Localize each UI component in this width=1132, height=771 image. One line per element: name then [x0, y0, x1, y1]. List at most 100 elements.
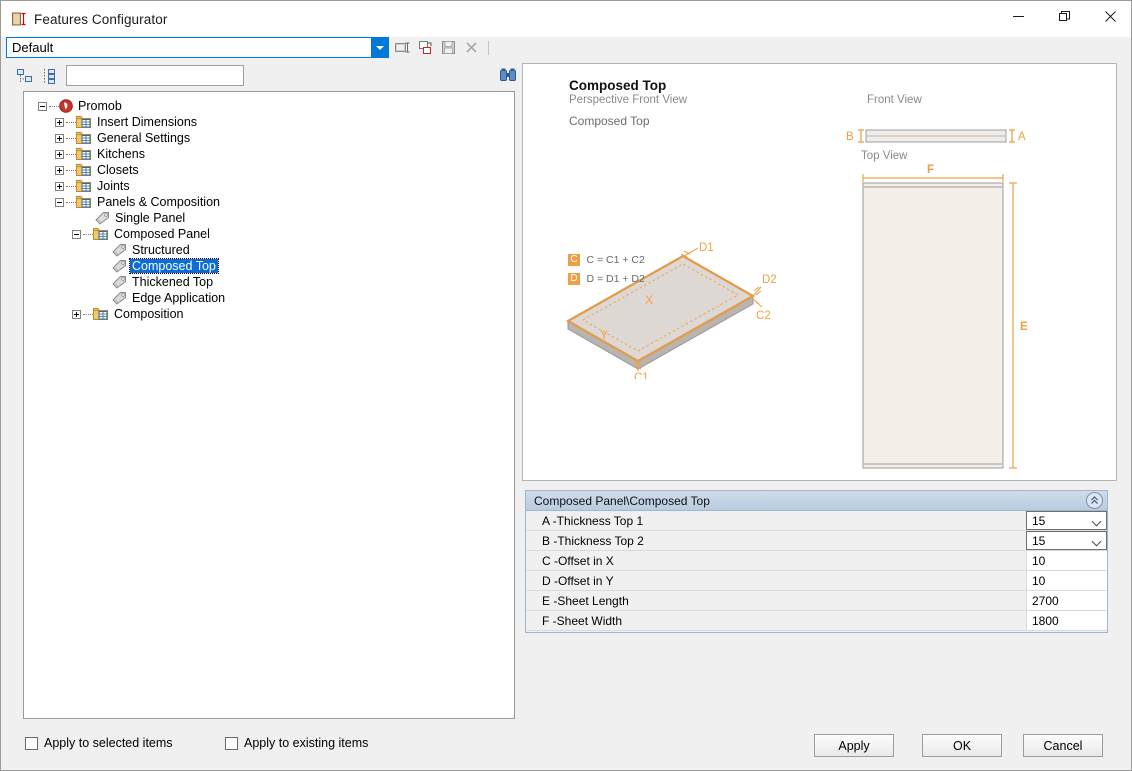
property-grid: Composed Panel\Composed Top A -Thickness…	[525, 490, 1108, 633]
property-value: 2700	[1032, 594, 1059, 608]
legend-text-c: C = C1 + C2	[586, 254, 644, 266]
property-name: Offset in X	[558, 554, 614, 568]
restore-button[interactable]	[1041, 1, 1087, 31]
chevron-down-icon[interactable]	[1093, 538, 1101, 543]
feature-tree[interactable]: PromobInsert DimensionsGeneral SettingsK…	[23, 91, 515, 719]
apply-to-selected-checkbox[interactable]	[25, 737, 38, 750]
tree-item-label: Insert Dimensions	[95, 115, 199, 129]
tree-item-edge-application[interactable]: Edge Application	[38, 290, 514, 306]
legend-c: C C = C1 + C2	[568, 251, 645, 269]
tag-icon	[94, 211, 110, 225]
property-value: 1800	[1032, 614, 1059, 628]
dim-label-b: B	[846, 131, 854, 143]
collapse-all-icon[interactable]	[15, 66, 35, 86]
expand-node-icon[interactable]	[72, 310, 81, 319]
chevron-up-icon[interactable]	[1086, 492, 1103, 509]
tag-icon	[111, 291, 127, 305]
tree-item-joints[interactable]: Joints	[38, 178, 514, 194]
tree-item-structured[interactable]: Structured	[38, 242, 514, 258]
title-bar: Features Configurator	[1, 1, 1132, 37]
tree-item-single-panel[interactable]: Single Panel	[38, 210, 514, 226]
tree-item-kitchens[interactable]: Kitchens	[38, 146, 514, 162]
tree-item-insert-dimensions[interactable]: Insert Dimensions	[38, 114, 514, 130]
dim-label-e: E	[1020, 321, 1028, 333]
tree-item-composed-panel[interactable]: Composed Panel	[38, 226, 514, 242]
property-row: C -Offset in X10	[526, 551, 1107, 571]
property-text-field[interactable]: 10	[1026, 571, 1107, 590]
search-input[interactable]	[66, 65, 244, 86]
ok-button[interactable]: OK	[922, 734, 1002, 757]
folder-icon	[76, 131, 92, 145]
legend-text-d: D = D1 + D2	[586, 273, 644, 285]
tree-connector	[83, 234, 93, 235]
expand-node-icon[interactable]	[55, 134, 64, 143]
property-key: B -	[542, 534, 557, 548]
tree-item-general-settings[interactable]: General Settings	[38, 130, 514, 146]
property-name: Thickness Top 2	[557, 534, 644, 548]
expand-node-icon[interactable]	[55, 166, 64, 175]
front-view-label: Front View	[867, 94, 922, 106]
property-combobox[interactable]: 15	[1026, 531, 1107, 550]
folder-icon	[76, 179, 92, 193]
apply-button[interactable]: Apply	[814, 734, 894, 757]
binoculars-icon[interactable]	[498, 66, 518, 84]
expand-node-icon[interactable]	[55, 182, 64, 191]
property-name: Offset in Y	[558, 574, 614, 588]
property-label: A -Thickness Top 1	[526, 511, 1026, 530]
property-row: F -Sheet Width1800	[526, 611, 1107, 631]
property-key: D -	[542, 574, 558, 588]
promob-logo-icon	[59, 99, 73, 113]
tree-item-composition[interactable]: Composition	[38, 306, 514, 322]
minimize-button[interactable]	[995, 1, 1041, 31]
save-profile-icon[interactable]	[439, 38, 458, 57]
property-name: Sheet Length	[557, 594, 628, 608]
tree-item-panels-composition[interactable]: Panels & Composition	[38, 194, 514, 210]
apply-to-existing-checkbox[interactable]	[225, 737, 238, 750]
property-key: A -	[542, 514, 557, 528]
tree-item-label: Composed Panel	[112, 227, 212, 241]
tree-item-thickened-top[interactable]: Thickened Top	[38, 274, 514, 290]
property-value: 10	[1032, 574, 1045, 588]
tree-item-composed-top[interactable]: Composed Top	[38, 258, 514, 274]
features-configurator-window: Features Configurator Default	[0, 0, 1132, 771]
collapse-node-icon[interactable]	[72, 230, 81, 239]
dim-label-d1: D1	[699, 242, 714, 254]
top-view-drawing: F E	[853, 164, 1043, 474]
tree-item-promob[interactable]: Promob	[38, 98, 514, 114]
app-icon	[11, 11, 27, 27]
tree-item-label: Joints	[95, 179, 132, 193]
folder-icon	[93, 227, 109, 241]
rename-profile-icon[interactable]	[393, 38, 412, 57]
tree-connector	[66, 202, 76, 203]
cancel-button[interactable]: Cancel	[1023, 734, 1103, 757]
cancel-button-label: Cancel	[1044, 739, 1083, 753]
apply-to-existing-checkbox-row[interactable]: Apply to existing items	[225, 736, 368, 750]
expand-node-icon[interactable]	[55, 150, 64, 159]
collapse-node-icon[interactable]	[38, 102, 47, 111]
profile-combobox[interactable]: Default	[6, 37, 389, 58]
profile-toolbar: Default	[1, 37, 1132, 61]
chevron-down-icon[interactable]	[1093, 518, 1101, 523]
property-label: B -Thickness Top 2	[526, 531, 1026, 550]
profile-value: Default	[7, 38, 371, 57]
duplicate-profile-icon[interactable]	[416, 38, 435, 57]
property-grid-header: Composed Panel\Composed Top	[526, 491, 1107, 511]
delete-profile-icon[interactable]	[462, 38, 481, 57]
property-text-field[interactable]: 1800	[1026, 611, 1107, 630]
expand-all-icon[interactable]	[40, 66, 60, 86]
tree-item-label: Panels & Composition	[95, 195, 222, 209]
property-value: 10	[1032, 554, 1045, 568]
apply-to-selected-checkbox-row[interactable]: Apply to selected items	[25, 736, 173, 750]
expand-node-icon[interactable]	[55, 118, 64, 127]
close-button[interactable]	[1087, 1, 1132, 31]
tree-item-closets[interactable]: Closets	[38, 162, 514, 178]
property-text-field[interactable]: 10	[1026, 551, 1107, 570]
tag-icon	[111, 259, 127, 273]
property-key: F -	[542, 614, 557, 628]
collapse-node-icon[interactable]	[55, 198, 64, 207]
tree-item-label: Single Panel	[113, 211, 187, 225]
preview-caption: Composed Top	[569, 114, 650, 128]
chevron-down-icon[interactable]	[371, 38, 388, 57]
property-combobox[interactable]: 15	[1026, 511, 1107, 530]
property-text-field[interactable]: 2700	[1026, 591, 1107, 610]
